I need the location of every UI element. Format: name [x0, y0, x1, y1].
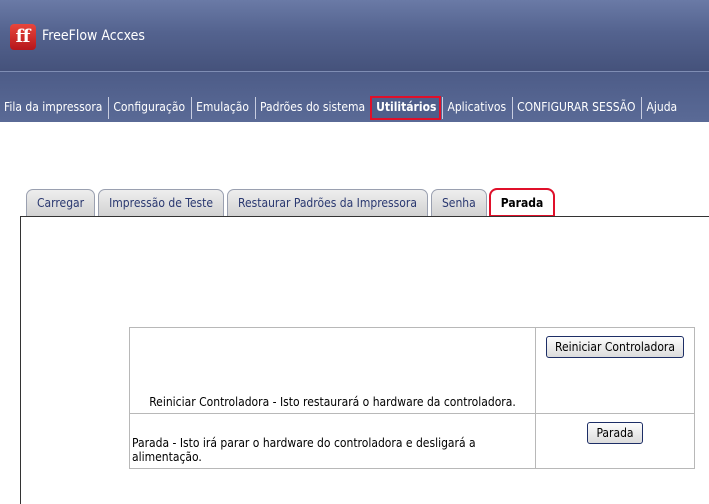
utilities-tab-strip: Carregar Impressão de Teste Restaurar Pa… — [26, 186, 557, 217]
restart-controller-button[interactable]: Reiniciar Controladora — [546, 336, 684, 358]
menu-item-configurar-sessao[interactable]: CONFIGURAR SESSÃO — [512, 97, 639, 119]
tab-impressao-de-teste[interactable]: Impressão de Teste — [98, 189, 225, 216]
shutdown-description: Parada - Isto irá parar o hardware do co… — [129, 413, 536, 469]
restart-button-cell: Reiniciar Controladora — [535, 327, 695, 414]
tab-restaurar-padroes[interactable]: Restaurar Padrões da Impressora — [227, 189, 428, 216]
menu-item-aplicativos[interactable]: Aplicativos — [442, 97, 510, 119]
shutdown-button-cell: Parada — [535, 413, 695, 469]
menu-item-configuracao[interactable]: Configuração — [108, 97, 189, 119]
menu-item-fila-da-impressora[interactable]: Fila da impressora — [0, 97, 106, 119]
shutdown-button[interactable]: Parada — [587, 422, 643, 444]
freeflow-logo-icon: ff — [10, 24, 36, 50]
tab-senha[interactable]: Senha — [430, 189, 487, 216]
menu-item-padroes-do-sistema[interactable]: Padrões do sistema — [255, 97, 369, 119]
panel-left-border — [20, 216, 21, 504]
table-row: Reiniciar Controladora - Isto restaurará… — [129, 327, 695, 414]
title-bar: ff FreeFlow Accxes — [0, 0, 709, 71]
app-title: FreeFlow Accxes — [42, 28, 145, 44]
main-menu-bar: Fila da impressora Configuração Emulação… — [0, 71, 709, 122]
tab-divider — [20, 216, 709, 217]
table-row: Parada - Isto irá parar o hardware do co… — [129, 413, 695, 469]
tab-parada[interactable]: Parada — [488, 188, 556, 217]
tab-carregar[interactable]: Carregar — [26, 189, 96, 216]
menu-item-utilitarios[interactable]: Utilitários — [370, 96, 442, 120]
restart-description: Reiniciar Controladora - Isto restaurará… — [129, 327, 536, 414]
controller-actions-table: Reiniciar Controladora - Isto restaurará… — [129, 327, 695, 469]
menu-item-ajuda[interactable]: Ajuda — [641, 97, 681, 119]
menu-item-emulacao[interactable]: Emulação — [191, 97, 253, 119]
